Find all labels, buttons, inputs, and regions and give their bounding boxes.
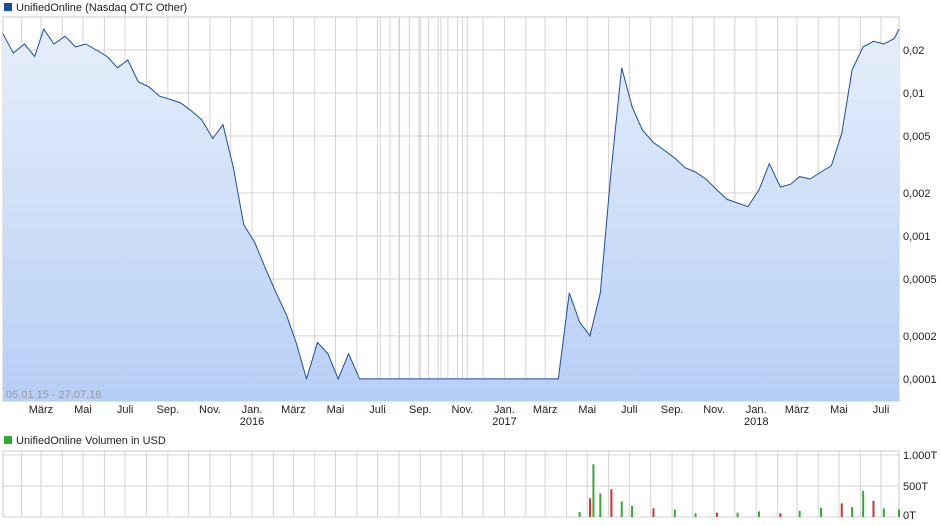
volume-bar <box>757 511 760 517</box>
volume-bar <box>588 498 591 517</box>
volume-legend: UnifiedOnline Volumen in USD <box>4 435 166 447</box>
volume-bar <box>652 508 655 517</box>
volume-bar <box>610 489 613 517</box>
price-y-axis: 0,0001 0,0002 0,0005 0,001 0,002 0,005 0,01 0,0… <box>903 45 937 386</box>
volume-bar <box>898 509 900 517</box>
x-tick-year-label: 2018 <box>744 416 768 428</box>
price-area <box>3 29 899 401</box>
volume-bars <box>578 464 900 517</box>
volume-plot-frame <box>2 450 900 518</box>
x-tick-label: Mai <box>74 404 92 416</box>
price-y-tick-label: 0,0005 <box>903 274 937 286</box>
date-range-label: 05.01.15 - 27.07.18 <box>6 389 101 401</box>
x-tick-label: Juli <box>621 404 638 416</box>
x-tick-label: Nov. <box>703 404 725 416</box>
volume-bar <box>599 493 602 517</box>
price-legend-label: UnifiedOnline (Nasdaq OTC Other) <box>16 2 187 14</box>
volume-bar <box>820 507 823 517</box>
volume-bar <box>715 512 718 517</box>
volume-bar <box>779 513 782 517</box>
x-tick-label: März <box>281 404 305 416</box>
price-y-tick-label: 0,0002 <box>903 331 937 343</box>
price-y-tick-label: 0,02 <box>903 45 924 57</box>
x-tick-label: Juli <box>369 404 386 416</box>
price-legend-swatch <box>4 3 12 11</box>
volume-bar <box>673 509 676 517</box>
volume-bar <box>620 501 623 517</box>
volume-legend-label: UnifiedOnline Volumen in USD <box>16 435 166 447</box>
x-tick-label: Nov. <box>199 404 221 416</box>
x-tick-label: Jan. <box>494 404 515 416</box>
volume-bar <box>578 512 581 517</box>
volume-bar <box>840 503 843 517</box>
x-tick-label: Sep. <box>409 404 432 416</box>
volume-y-tick-label: 1.000T <box>903 450 938 462</box>
volume-legend-swatch <box>4 436 12 444</box>
x-tick-label: Nov. <box>451 404 473 416</box>
price-y-tick-label: 0,001 <box>903 231 931 243</box>
x-tick-label: Jan. <box>746 404 767 416</box>
volume-horizontal-grid <box>3 454 899 518</box>
volume-y-axis: 0T 500T 1.000T <box>903 450 938 522</box>
volume-bar <box>592 464 595 517</box>
price-y-tick-label: 0,002 <box>903 188 931 200</box>
price-y-tick-label: 0,0001 <box>903 374 937 386</box>
x-tick-label: Juli <box>873 404 890 416</box>
price-legend: UnifiedOnline (Nasdaq OTC Other) <box>4 2 187 14</box>
stock-chart: UnifiedOnline (Nasdaq OTC Other) 0,00010… <box>2 2 938 522</box>
x-tick-label: März <box>533 404 557 416</box>
x-tick-label: Mai <box>830 404 848 416</box>
x-tick-label: März <box>29 404 53 416</box>
price-y-tick-label: 0,005 <box>903 131 931 143</box>
volume-vertical-grid <box>21 451 882 517</box>
x-tick-label: Sep. <box>157 404 180 416</box>
volume-bar <box>798 510 801 517</box>
time-x-axis: März Mai Juli Sep. Nov. Jan.2016März Mai Juli Se… <box>29 404 890 428</box>
volume-bar <box>882 508 885 517</box>
x-tick-label: März <box>785 404 809 416</box>
x-tick-label: Jan. <box>242 404 263 416</box>
volume-bar <box>694 513 697 517</box>
x-tick-label: Juli <box>117 404 134 416</box>
volume-bar <box>872 500 875 517</box>
volume-y-tick-label: 500T <box>903 481 928 493</box>
x-tick-label: Mai <box>578 404 596 416</box>
volume-bar <box>851 507 854 517</box>
x-tick-year-label: 2017 <box>492 416 516 428</box>
x-tick-label: Mai <box>327 404 345 416</box>
volume-bar <box>631 505 634 517</box>
volume-y-tick-label: 0T <box>903 510 916 522</box>
x-tick-label: Sep. <box>661 404 684 416</box>
volume-bar <box>862 490 865 517</box>
x-tick-year-label: 2016 <box>240 416 264 428</box>
price-y-tick-label: 0,01 <box>903 88 924 100</box>
volume-bar <box>736 512 739 517</box>
